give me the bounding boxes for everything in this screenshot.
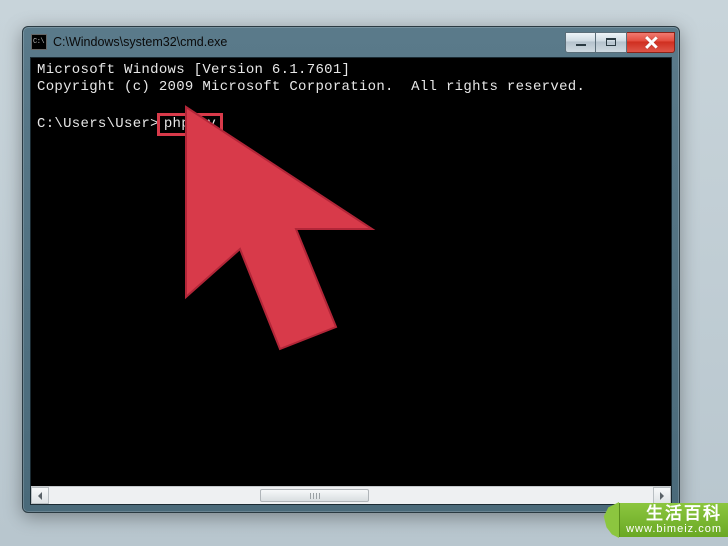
highlighted-command: php -v [157,113,223,136]
maximize-icon [606,38,616,46]
terminal-line-1: Microsoft Windows [Version 6.1.7601] [37,62,350,78]
window-titlebar[interactable]: C:\ C:\Windows\system32\cmd.exe [23,27,679,57]
terminal-prompt: C:\Users\User> [37,116,159,132]
window-client-area: Microsoft Windows [Version 6.1.7601] Cop… [30,57,672,505]
leaf-icon [601,502,619,538]
cmd-window: C:\ C:\Windows\system32\cmd.exe Microsof… [22,26,680,513]
close-icon [644,36,657,49]
terminal-line-2: Copyright (c) 2009 Microsoft Corporation… [37,79,585,95]
thumb-grip-icon [310,493,320,499]
minimize-button[interactable] [565,32,596,53]
close-button[interactable] [627,32,675,53]
scroll-left-button[interactable] [31,487,49,504]
horizontal-scrollbar[interactable] [31,486,671,504]
cmd-icon-label: C:\ [33,39,44,46]
minimize-icon [576,44,586,46]
watermark-url: www.bimeiz.com [626,523,722,535]
chevron-right-icon [659,492,665,500]
watermark: 生活百科 www.bimeiz.com [601,502,728,538]
window-controls [565,32,675,53]
chevron-left-icon [37,492,43,500]
watermark-label: 生活百科 [646,505,722,523]
cmd-icon: C:\ [31,34,47,50]
maximize-button[interactable] [596,32,627,53]
window-title: C:\Windows\system32\cmd.exe [53,35,565,49]
terminal-output[interactable]: Microsoft Windows [Version 6.1.7601] Cop… [31,58,671,486]
watermark-box: 生活百科 www.bimeiz.com [618,503,728,537]
scroll-thumb[interactable] [260,489,369,502]
scroll-track[interactable] [49,487,653,504]
